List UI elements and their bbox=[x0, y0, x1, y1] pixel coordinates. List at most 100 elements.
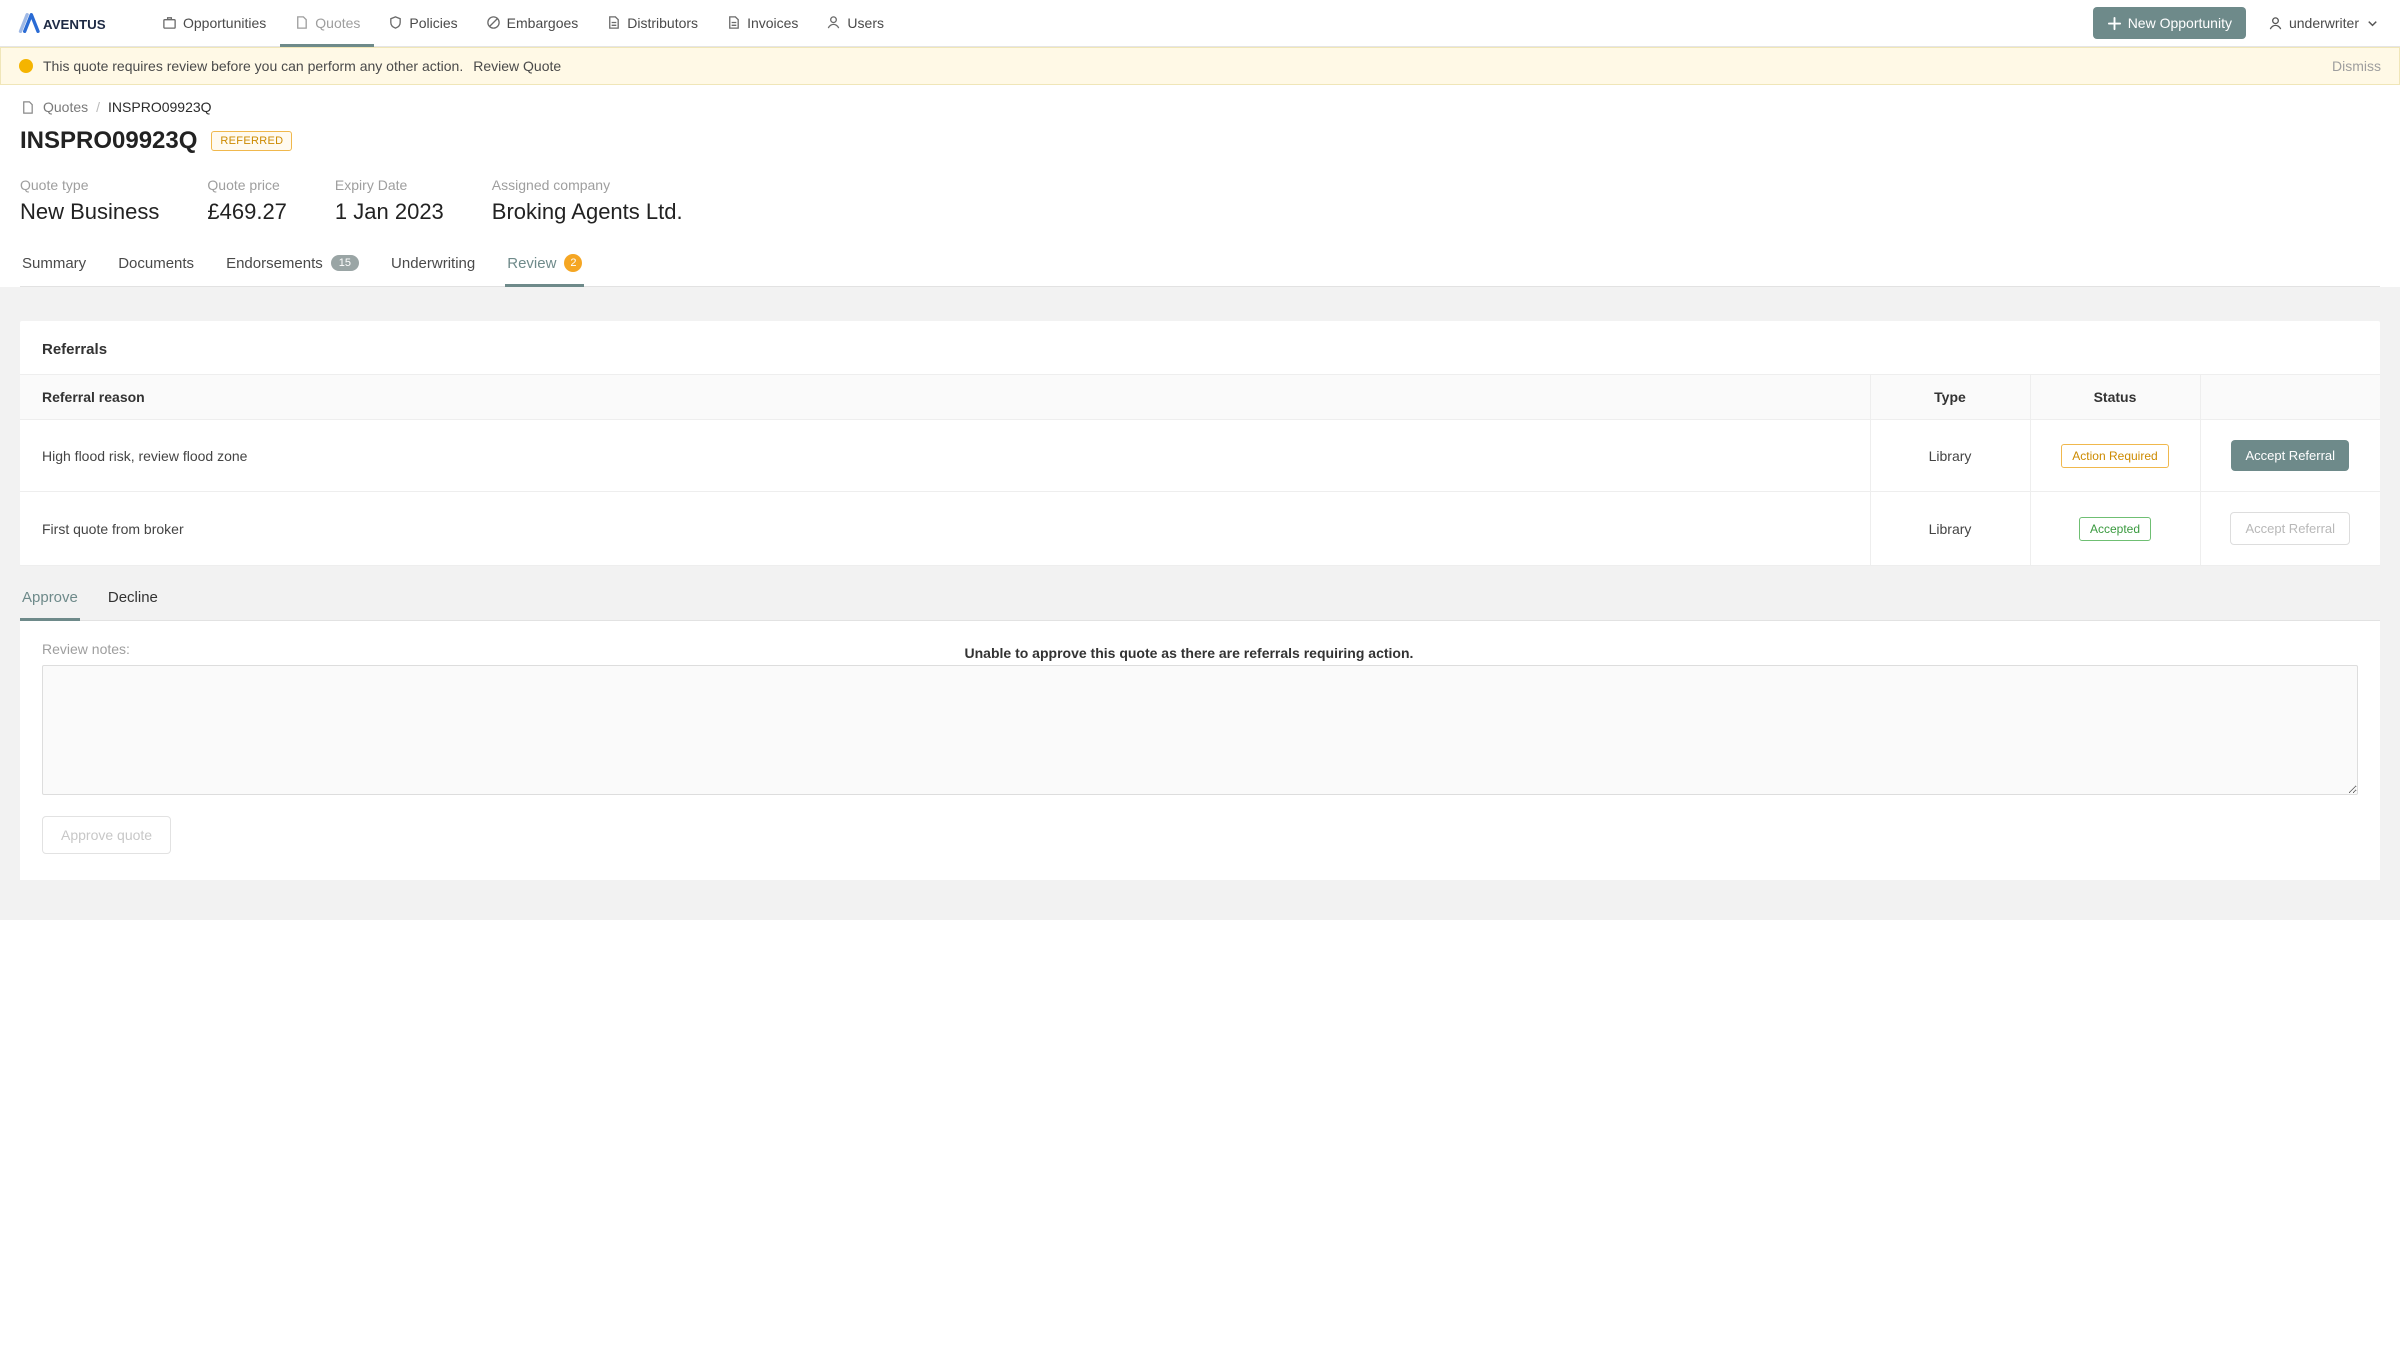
meta-label: Expiry Date bbox=[335, 177, 444, 193]
brand-logo: AVENTUS bbox=[18, 11, 118, 35]
meta-item: Expiry Date 1 Jan 2023 bbox=[335, 177, 444, 225]
col-action bbox=[2200, 375, 2380, 420]
new-opportunity-button[interactable]: New Opportunity bbox=[2093, 7, 2246, 39]
approve-quote-button[interactable]: Approve quote bbox=[42, 816, 171, 854]
status-pill: Action Required bbox=[2061, 444, 2168, 468]
sub-tab-approve[interactable]: Approve bbox=[20, 589, 80, 621]
chevron-down-icon bbox=[2365, 16, 2380, 31]
meta-label: Quote type bbox=[20, 177, 159, 193]
user-icon bbox=[826, 15, 841, 30]
ban-icon bbox=[486, 15, 501, 30]
tab-label: Documents bbox=[118, 255, 194, 272]
cell-reason: First quote from broker bbox=[20, 492, 1870, 566]
nav-item-quotes[interactable]: Quotes bbox=[280, 1, 374, 47]
nav-item-opportunities[interactable]: Opportunities bbox=[148, 1, 280, 47]
approve-warning: Unable to approve this quote as there ar… bbox=[130, 645, 2248, 661]
new-opportunity-label: New Opportunity bbox=[2128, 15, 2232, 31]
doc-icon bbox=[606, 15, 621, 30]
approve-panel: Approve Decline Review notes: Unable to a… bbox=[20, 588, 2380, 880]
review-alert: This quote requires review before you ca… bbox=[0, 47, 2400, 85]
nav-label: Embargoes bbox=[507, 15, 579, 31]
approve-decline-tabs: Approve Decline bbox=[20, 588, 2380, 621]
cell-type: Library bbox=[1870, 492, 2030, 566]
page-title: INSPRO09923Q bbox=[20, 127, 197, 155]
accept-referral-button[interactable]: Accept Referral bbox=[2231, 440, 2349, 471]
tab-endorsements[interactable]: Endorsements 15 bbox=[224, 254, 361, 287]
alert-dot-icon bbox=[19, 59, 33, 73]
alert-text: This quote requires review before you ca… bbox=[43, 58, 463, 74]
file-icon bbox=[20, 100, 35, 115]
shield-icon bbox=[388, 15, 403, 30]
user-menu[interactable]: underwriter bbox=[2268, 15, 2380, 31]
doc-icon bbox=[726, 15, 741, 30]
cell-status: Action Required bbox=[2030, 420, 2200, 492]
table-row: High flood risk, review flood zoneLibrar… bbox=[20, 420, 2380, 492]
table-row: First quote from brokerLibrary Accepted Ac… bbox=[20, 492, 2380, 566]
tab-underwriting[interactable]: Underwriting bbox=[389, 254, 477, 287]
tab-documents[interactable]: Documents bbox=[116, 254, 196, 287]
col-status: Status bbox=[2030, 375, 2200, 420]
review-notes-textarea[interactable] bbox=[42, 665, 2358, 795]
svg-text:AVENTUS: AVENTUS bbox=[43, 17, 106, 32]
nav-item-users[interactable]: Users bbox=[812, 1, 898, 47]
referrals-title: Referrals bbox=[20, 321, 2380, 374]
meta-label: Assigned company bbox=[492, 177, 683, 193]
meta-value: New Business bbox=[20, 199, 159, 225]
accept-referral-button: Accept Referral bbox=[2230, 512, 2350, 545]
referrals-table: Referral reason Type Status High flood r… bbox=[20, 374, 2380, 566]
meta-value: 1 Jan 2023 bbox=[335, 199, 444, 225]
cell-reason: High flood risk, review flood zone bbox=[20, 420, 1870, 492]
user-icon bbox=[2268, 16, 2283, 31]
page-header: Quotes / INSPRO09923Q INSPRO09923Q REFER… bbox=[0, 85, 2400, 287]
alert-link[interactable]: Review Quote bbox=[473, 58, 561, 74]
col-type: Type bbox=[1870, 375, 2030, 420]
briefcase-icon bbox=[162, 15, 177, 30]
nav-label: Quotes bbox=[315, 15, 360, 31]
nav-items: Opportunities Quotes Policies Embargoes Dist… bbox=[148, 0, 898, 46]
cell-type: Library bbox=[1870, 420, 2030, 492]
nav-item-embargoes[interactable]: Embargoes bbox=[472, 1, 593, 47]
nav-label: Opportunities bbox=[183, 15, 266, 31]
user-label: underwriter bbox=[2289, 15, 2359, 31]
breadcrumb: Quotes / INSPRO09923Q bbox=[20, 99, 2380, 115]
meta-item: Quote type New Business bbox=[20, 177, 159, 225]
tab-summary[interactable]: Summary bbox=[20, 254, 88, 287]
tab-badge: 2 bbox=[564, 254, 582, 272]
quote-tabs: Summary Documents Endorsements 15 Underwriti… bbox=[20, 253, 2380, 287]
referrals-card: Referrals Referral reason Type Status Hi… bbox=[20, 321, 2380, 566]
top-nav: AVENTUS Opportunities Quotes Policies Embar… bbox=[0, 0, 2400, 47]
sub-tab-decline[interactable]: Decline bbox=[106, 589, 160, 621]
breadcrumb-root[interactable]: Quotes bbox=[43, 99, 88, 115]
cell-status: Accepted bbox=[2030, 492, 2200, 566]
tab-label: Review bbox=[507, 255, 556, 272]
nav-item-distributors[interactable]: Distributors bbox=[592, 1, 712, 47]
nav-label: Distributors bbox=[627, 15, 698, 31]
meta-item: Quote price £469.27 bbox=[207, 177, 287, 225]
meta-label: Quote price bbox=[207, 177, 287, 193]
nav-label: Users bbox=[847, 15, 884, 31]
breadcrumb-sep: / bbox=[96, 99, 100, 115]
tab-label: Endorsements bbox=[226, 255, 323, 272]
meta-value: Broking Agents Ltd. bbox=[492, 199, 683, 225]
alert-dismiss[interactable]: Dismiss bbox=[2332, 58, 2381, 74]
cell-action: Accept Referral bbox=[2200, 420, 2380, 492]
breadcrumb-current: INSPRO09923Q bbox=[108, 99, 212, 115]
plus-icon bbox=[2107, 16, 2122, 31]
file-icon bbox=[294, 15, 309, 30]
tab-review[interactable]: Review 2 bbox=[505, 254, 584, 287]
tab-label: Summary bbox=[22, 255, 86, 272]
nav-item-invoices[interactable]: Invoices bbox=[712, 1, 812, 47]
cell-action: Accept Referral bbox=[2200, 492, 2380, 566]
nav-item-policies[interactable]: Policies bbox=[374, 1, 471, 47]
meta-value: £469.27 bbox=[207, 199, 287, 225]
status-pill: Accepted bbox=[2079, 517, 2151, 541]
tab-label: Underwriting bbox=[391, 255, 475, 272]
tab-count: 15 bbox=[331, 255, 359, 271]
nav-label: Policies bbox=[409, 15, 457, 31]
body-area: Referrals Referral reason Type Status Hi… bbox=[0, 287, 2400, 920]
status-badge: REFERRED bbox=[211, 131, 292, 151]
review-notes-label: Review notes: bbox=[42, 641, 130, 657]
quote-meta: Quote type New Business Quote price £469.27… bbox=[20, 177, 2380, 225]
col-reason: Referral reason bbox=[20, 375, 1870, 420]
meta-item: Assigned company Broking Agents Ltd. bbox=[492, 177, 683, 225]
